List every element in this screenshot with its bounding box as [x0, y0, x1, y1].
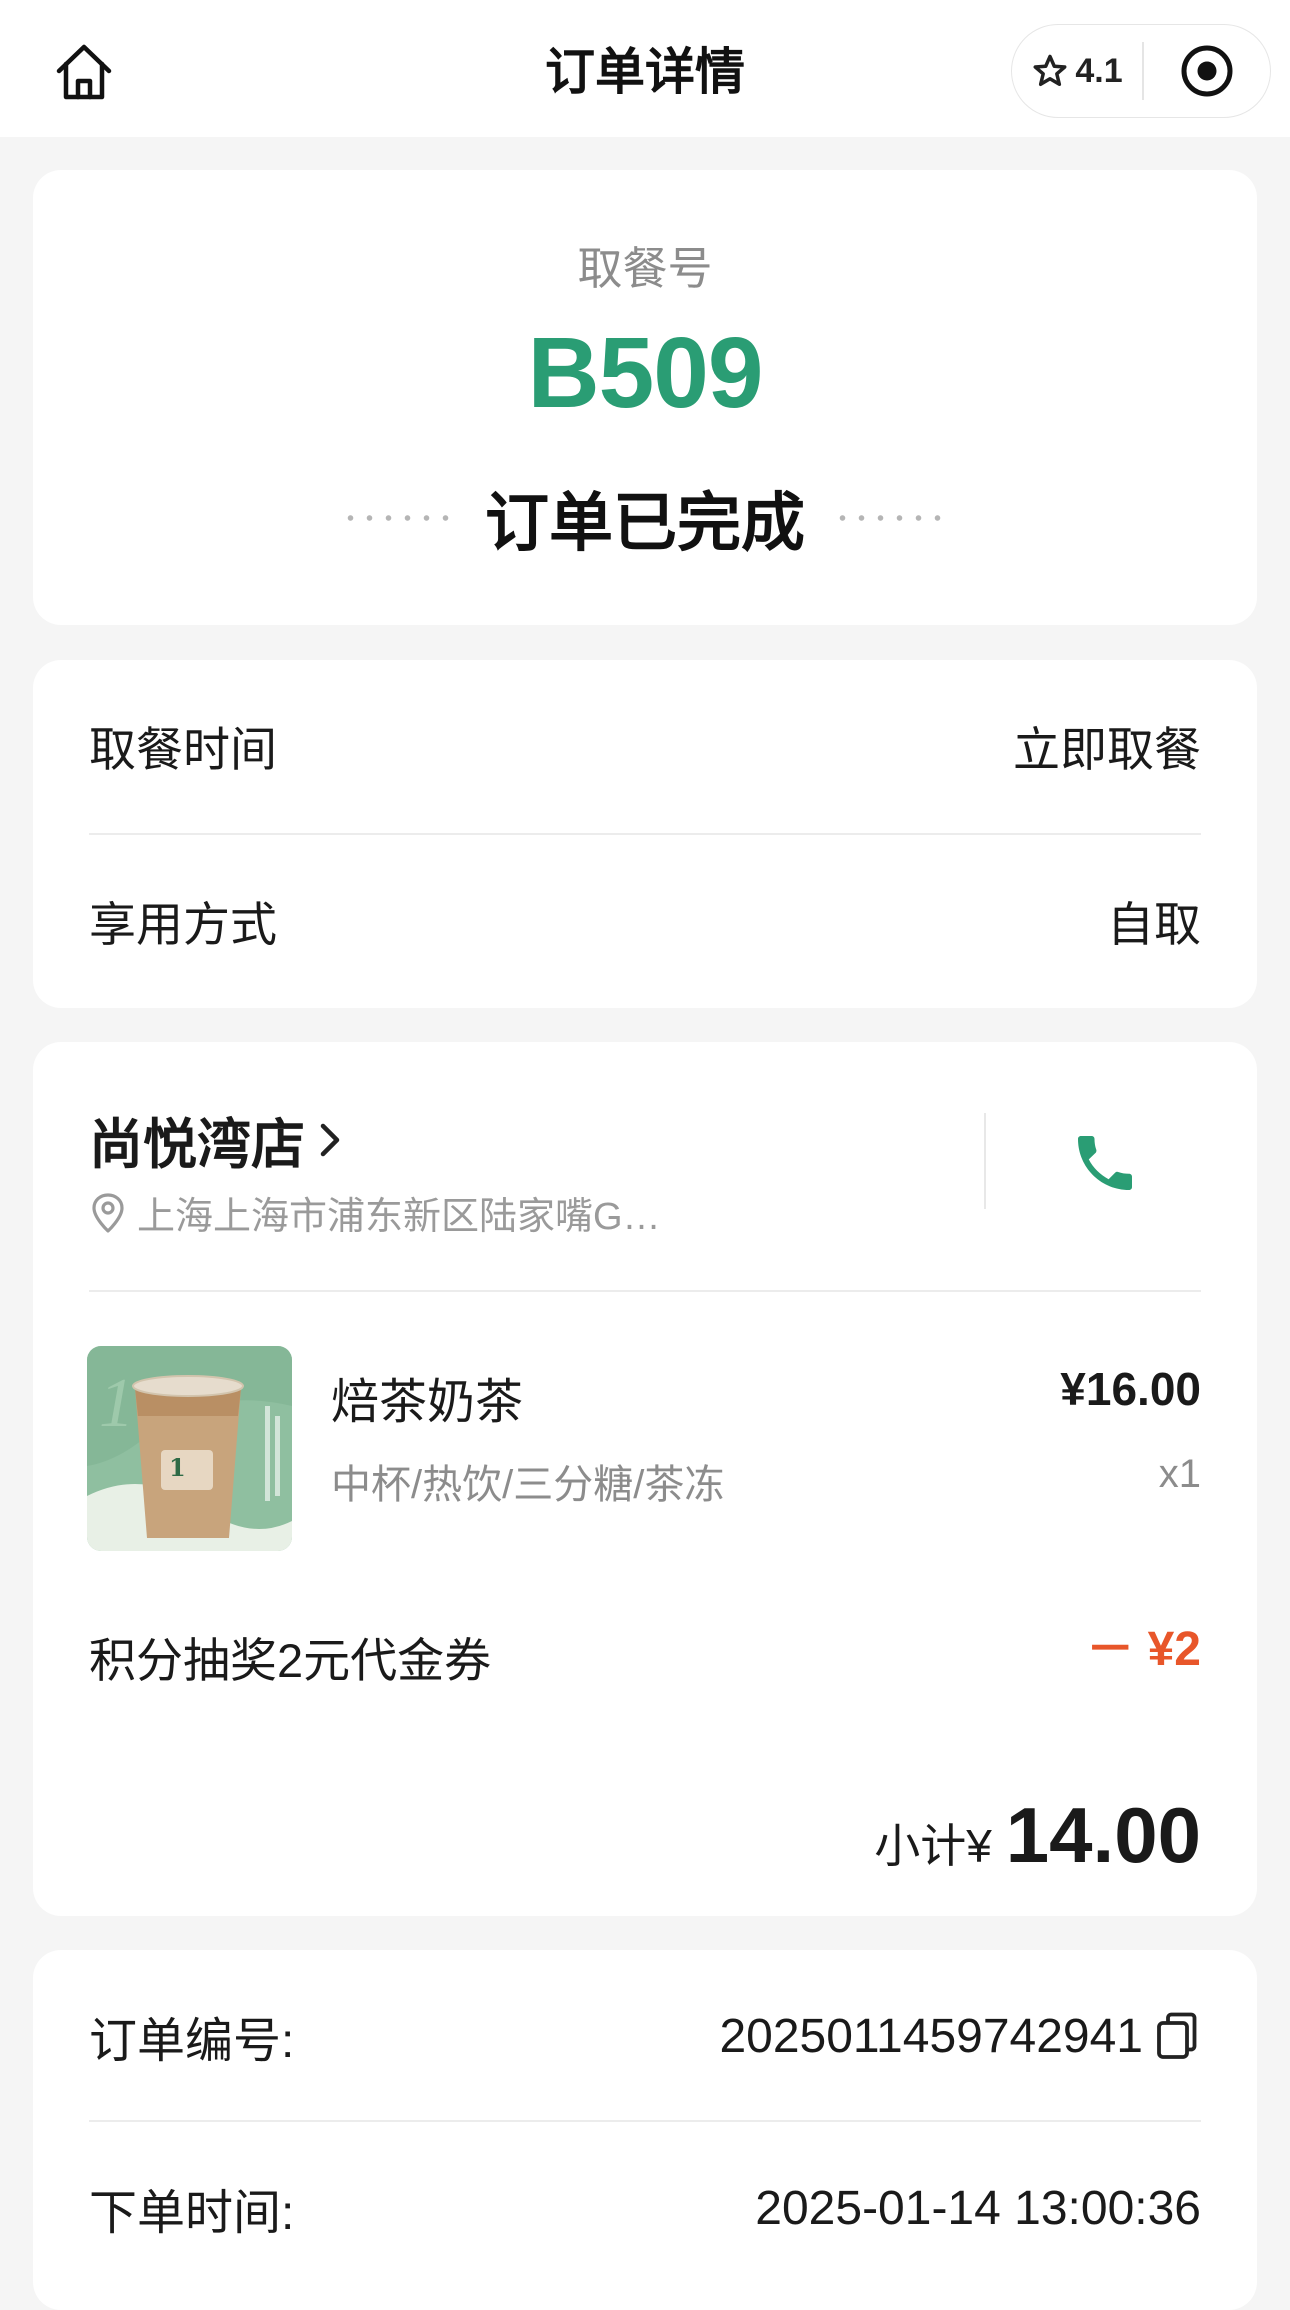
- subtotal-label: 小计¥: [874, 1820, 992, 1872]
- order-status-row: 订单已完成: [0, 472, 1290, 564]
- order-status: 订单已完成: [485, 487, 805, 559]
- dining-mode-value: 自取: [1107, 897, 1201, 951]
- close-capsule-button[interactable]: [1144, 25, 1270, 117]
- product-spec: 中杯/热饮/三分糖/茶冻: [331, 1463, 725, 1507]
- svg-text:1: 1: [169, 1453, 186, 1482]
- store-address-row: 上海上海市浦东新区陆家嘴G…: [89, 1185, 661, 1240]
- order-number: 2025011459742941: [719, 2009, 1143, 2063]
- rating-button[interactable]: 4.1: [1012, 25, 1142, 117]
- record-icon: [1181, 45, 1233, 97]
- pickup-time-value: 立即取餐: [1013, 722, 1201, 776]
- coupon-amount: － ¥2: [1086, 1623, 1201, 1676]
- divider: [89, 1290, 1201, 1292]
- store-name: 尚悦湾店: [89, 1115, 305, 1175]
- order-number-value-group: 2025011459742941: [719, 2009, 1201, 2064]
- star-icon: [1033, 54, 1067, 87]
- location-pin-icon: [92, 1192, 124, 1233]
- dining-mode-row: 享用方式 自取: [89, 885, 1201, 955]
- copy-icon: [1157, 2012, 1197, 2059]
- product-name: 焙茶奶茶: [331, 1376, 524, 1429]
- phone-icon: [1078, 1136, 1132, 1190]
- pickup-time-label: 取餐时间: [89, 722, 277, 776]
- svg-text:1: 1: [99, 1365, 134, 1442]
- copy-order-number-button[interactable]: [1153, 2010, 1201, 2062]
- pickup-time-row: 取餐时间 立即取餐: [89, 710, 1201, 780]
- dining-mode-label: 享用方式: [89, 897, 277, 951]
- order-number-label: 订单编号:: [89, 2015, 295, 2068]
- divider: [89, 833, 1201, 835]
- order-time-label: 下单时间:: [89, 2187, 295, 2240]
- pickup-number-label: 取餐号: [577, 243, 713, 294]
- rating-value: 4.1: [1075, 51, 1123, 90]
- call-store-button[interactable]: [1060, 1118, 1150, 1208]
- status-dots-right: [833, 515, 949, 521]
- order-number-row: 订单编号: 2025011459742941: [89, 2000, 1201, 2072]
- divider: [89, 2120, 1201, 2122]
- vertical-separator: [984, 1113, 986, 1209]
- subtotal: 小计¥ 14.00: [874, 1790, 1201, 1881]
- status-dots-left: [341, 515, 457, 521]
- product-image: 1 1: [87, 1346, 292, 1551]
- order-time-row: 下单时间: 2025-01-14 13:00:36: [89, 2172, 1201, 2244]
- order-time: 2025-01-14 13:00:36: [755, 2181, 1201, 2235]
- store-link[interactable]: 尚悦湾店: [89, 1100, 345, 1179]
- pickup-number: B509: [527, 317, 763, 429]
- store-address: 上海上海市浦东新区陆家嘴G…: [137, 1196, 661, 1238]
- top-bar: 订单详情 4.1: [0, 0, 1290, 137]
- subtotal-value: 14.00: [1005, 1791, 1201, 1879]
- coupon-label: 积分抽奖2元代金券: [89, 1634, 492, 1687]
- mini-program-capsule: 4.1: [1011, 24, 1271, 118]
- product-price: ¥16.00: [1060, 1363, 1201, 1415]
- chevron-right-icon: [320, 1123, 340, 1156]
- product-quantity: x1: [1158, 1452, 1201, 1496]
